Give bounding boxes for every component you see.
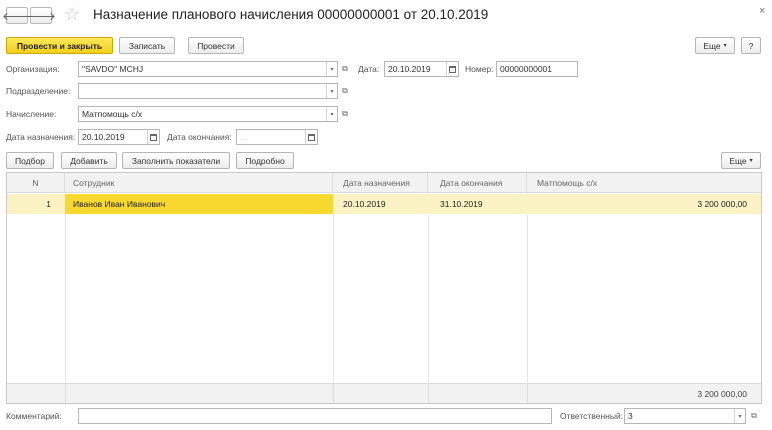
- column-header-n[interactable]: N: [7, 173, 65, 193]
- number-value: 00000000001: [500, 64, 553, 74]
- chevron-down-icon: ▾: [749, 158, 753, 164]
- comment-label: Комментарий:: [6, 411, 62, 421]
- org-field[interactable]: "SAVDO" MCHJ ▾: [78, 61, 338, 77]
- assign-date-label: Дата назначения:: [6, 132, 76, 142]
- post-and-close-button[interactable]: Провести и закрыть: [6, 37, 113, 54]
- detail-button[interactable]: Подробно: [236, 152, 294, 169]
- accruals-table: N Сотрудник Дата назначения Дата окончан…: [6, 172, 762, 404]
- dropdown-icon[interactable]: ▾: [326, 62, 337, 76]
- chevron-down-icon: ▾: [723, 43, 727, 49]
- column-divider: [428, 384, 429, 403]
- org-value: "SAVDO" MCHJ: [82, 64, 144, 74]
- number-field[interactable]: 00000000001: [496, 61, 578, 77]
- forward-button[interactable]: 🡒: [26, 7, 56, 24]
- more-label: Еще: [703, 40, 721, 51]
- assign-date-value: 20.10.2019: [82, 132, 125, 142]
- responsible-label: Ответственный:: [560, 411, 624, 421]
- close-icon[interactable]: ×: [759, 5, 765, 17]
- accrual-value: Матпомощь с/х: [82, 109, 143, 119]
- column-divider: [333, 193, 334, 383]
- end-date-field[interactable]: . .: [236, 129, 318, 145]
- calendar-icon[interactable]: [147, 130, 159, 144]
- column-divider: [333, 384, 334, 403]
- open-accrual-icon[interactable]: ⧉: [339, 106, 351, 122]
- help-button[interactable]: ?: [741, 37, 761, 54]
- end-date-label: Дата окончания:: [167, 132, 232, 142]
- open-responsible-icon[interactable]: ⧉: [748, 408, 760, 424]
- total-amount: 3 200 000,00: [697, 389, 747, 399]
- org-label: Организация:: [6, 64, 60, 74]
- more-label: Еще: [729, 155, 747, 166]
- cell-amount[interactable]: 3 200 000,00: [527, 194, 751, 214]
- division-field[interactable]: ▾: [78, 83, 338, 99]
- cell-start-date[interactable]: 20.10.2019: [333, 194, 428, 214]
- calendar-icon[interactable]: [446, 62, 458, 76]
- arrow-right-icon: 🡒: [26, 10, 56, 23]
- add-button[interactable]: Добавить: [61, 152, 117, 169]
- column-divider: [65, 193, 66, 383]
- end-date-value: . .: [240, 132, 248, 142]
- cell-employee[interactable]: Иванов Иван Иванович: [65, 194, 333, 214]
- cell-end-date[interactable]: 31.10.2019: [428, 194, 527, 214]
- favorite-star-icon[interactable]: ☆: [64, 4, 80, 25]
- column-divider: [527, 193, 528, 383]
- table-more-button[interactable]: Еще ▾: [721, 152, 761, 169]
- fill-indicators-button[interactable]: Заполнить показатели: [122, 152, 230, 169]
- open-division-icon[interactable]: ⧉: [339, 83, 351, 99]
- table-footer: 3 200 000,00: [7, 383, 761, 403]
- select-button[interactable]: Подбор: [6, 152, 54, 169]
- column-header-amount[interactable]: Матпомощь с/х: [527, 173, 761, 193]
- page-title: Назначение планового начисления 00000000…: [93, 7, 489, 22]
- column-header-employee[interactable]: Сотрудник: [65, 173, 333, 193]
- date-value: 20.10.2019: [388, 64, 431, 74]
- dropdown-icon[interactable]: ▾: [326, 107, 337, 121]
- column-header-end-date[interactable]: Дата окончания: [428, 173, 527, 193]
- assign-date-field[interactable]: 20.10.2019: [78, 129, 160, 145]
- accrual-field[interactable]: Матпомощь с/х ▾: [78, 106, 338, 122]
- open-org-icon[interactable]: ⧉: [339, 61, 351, 77]
- calendar-icon[interactable]: [305, 130, 317, 144]
- cell-n: 1: [46, 199, 51, 209]
- comment-field[interactable]: [78, 408, 552, 424]
- post-button[interactable]: Провести: [188, 37, 244, 54]
- number-label: Номер:: [465, 64, 494, 74]
- column-divider: [65, 384, 66, 403]
- division-label: Подразделение:: [6, 86, 71, 96]
- back-button[interactable]: 🡐: [2, 7, 32, 24]
- date-field[interactable]: 20.10.2019: [384, 61, 459, 77]
- responsible-field[interactable]: 3 ▾: [624, 408, 746, 424]
- accrual-label: Начисление:: [6, 109, 57, 119]
- dropdown-icon[interactable]: ▾: [326, 84, 337, 98]
- table-header: N Сотрудник Дата назначения Дата окончан…: [7, 173, 761, 193]
- column-divider: [428, 193, 429, 383]
- save-button[interactable]: Записать: [119, 37, 175, 54]
- responsible-value: 3: [628, 411, 633, 421]
- date-label: Дата:: [358, 64, 380, 74]
- dropdown-icon[interactable]: ▾: [734, 409, 745, 423]
- column-header-start-date[interactable]: Дата назначения: [333, 173, 428, 193]
- more-actions-button[interactable]: Еще ▾: [695, 37, 735, 54]
- table-row[interactable]: 1 Иванов Иван Иванович 20.10.2019 31.10.…: [7, 194, 761, 214]
